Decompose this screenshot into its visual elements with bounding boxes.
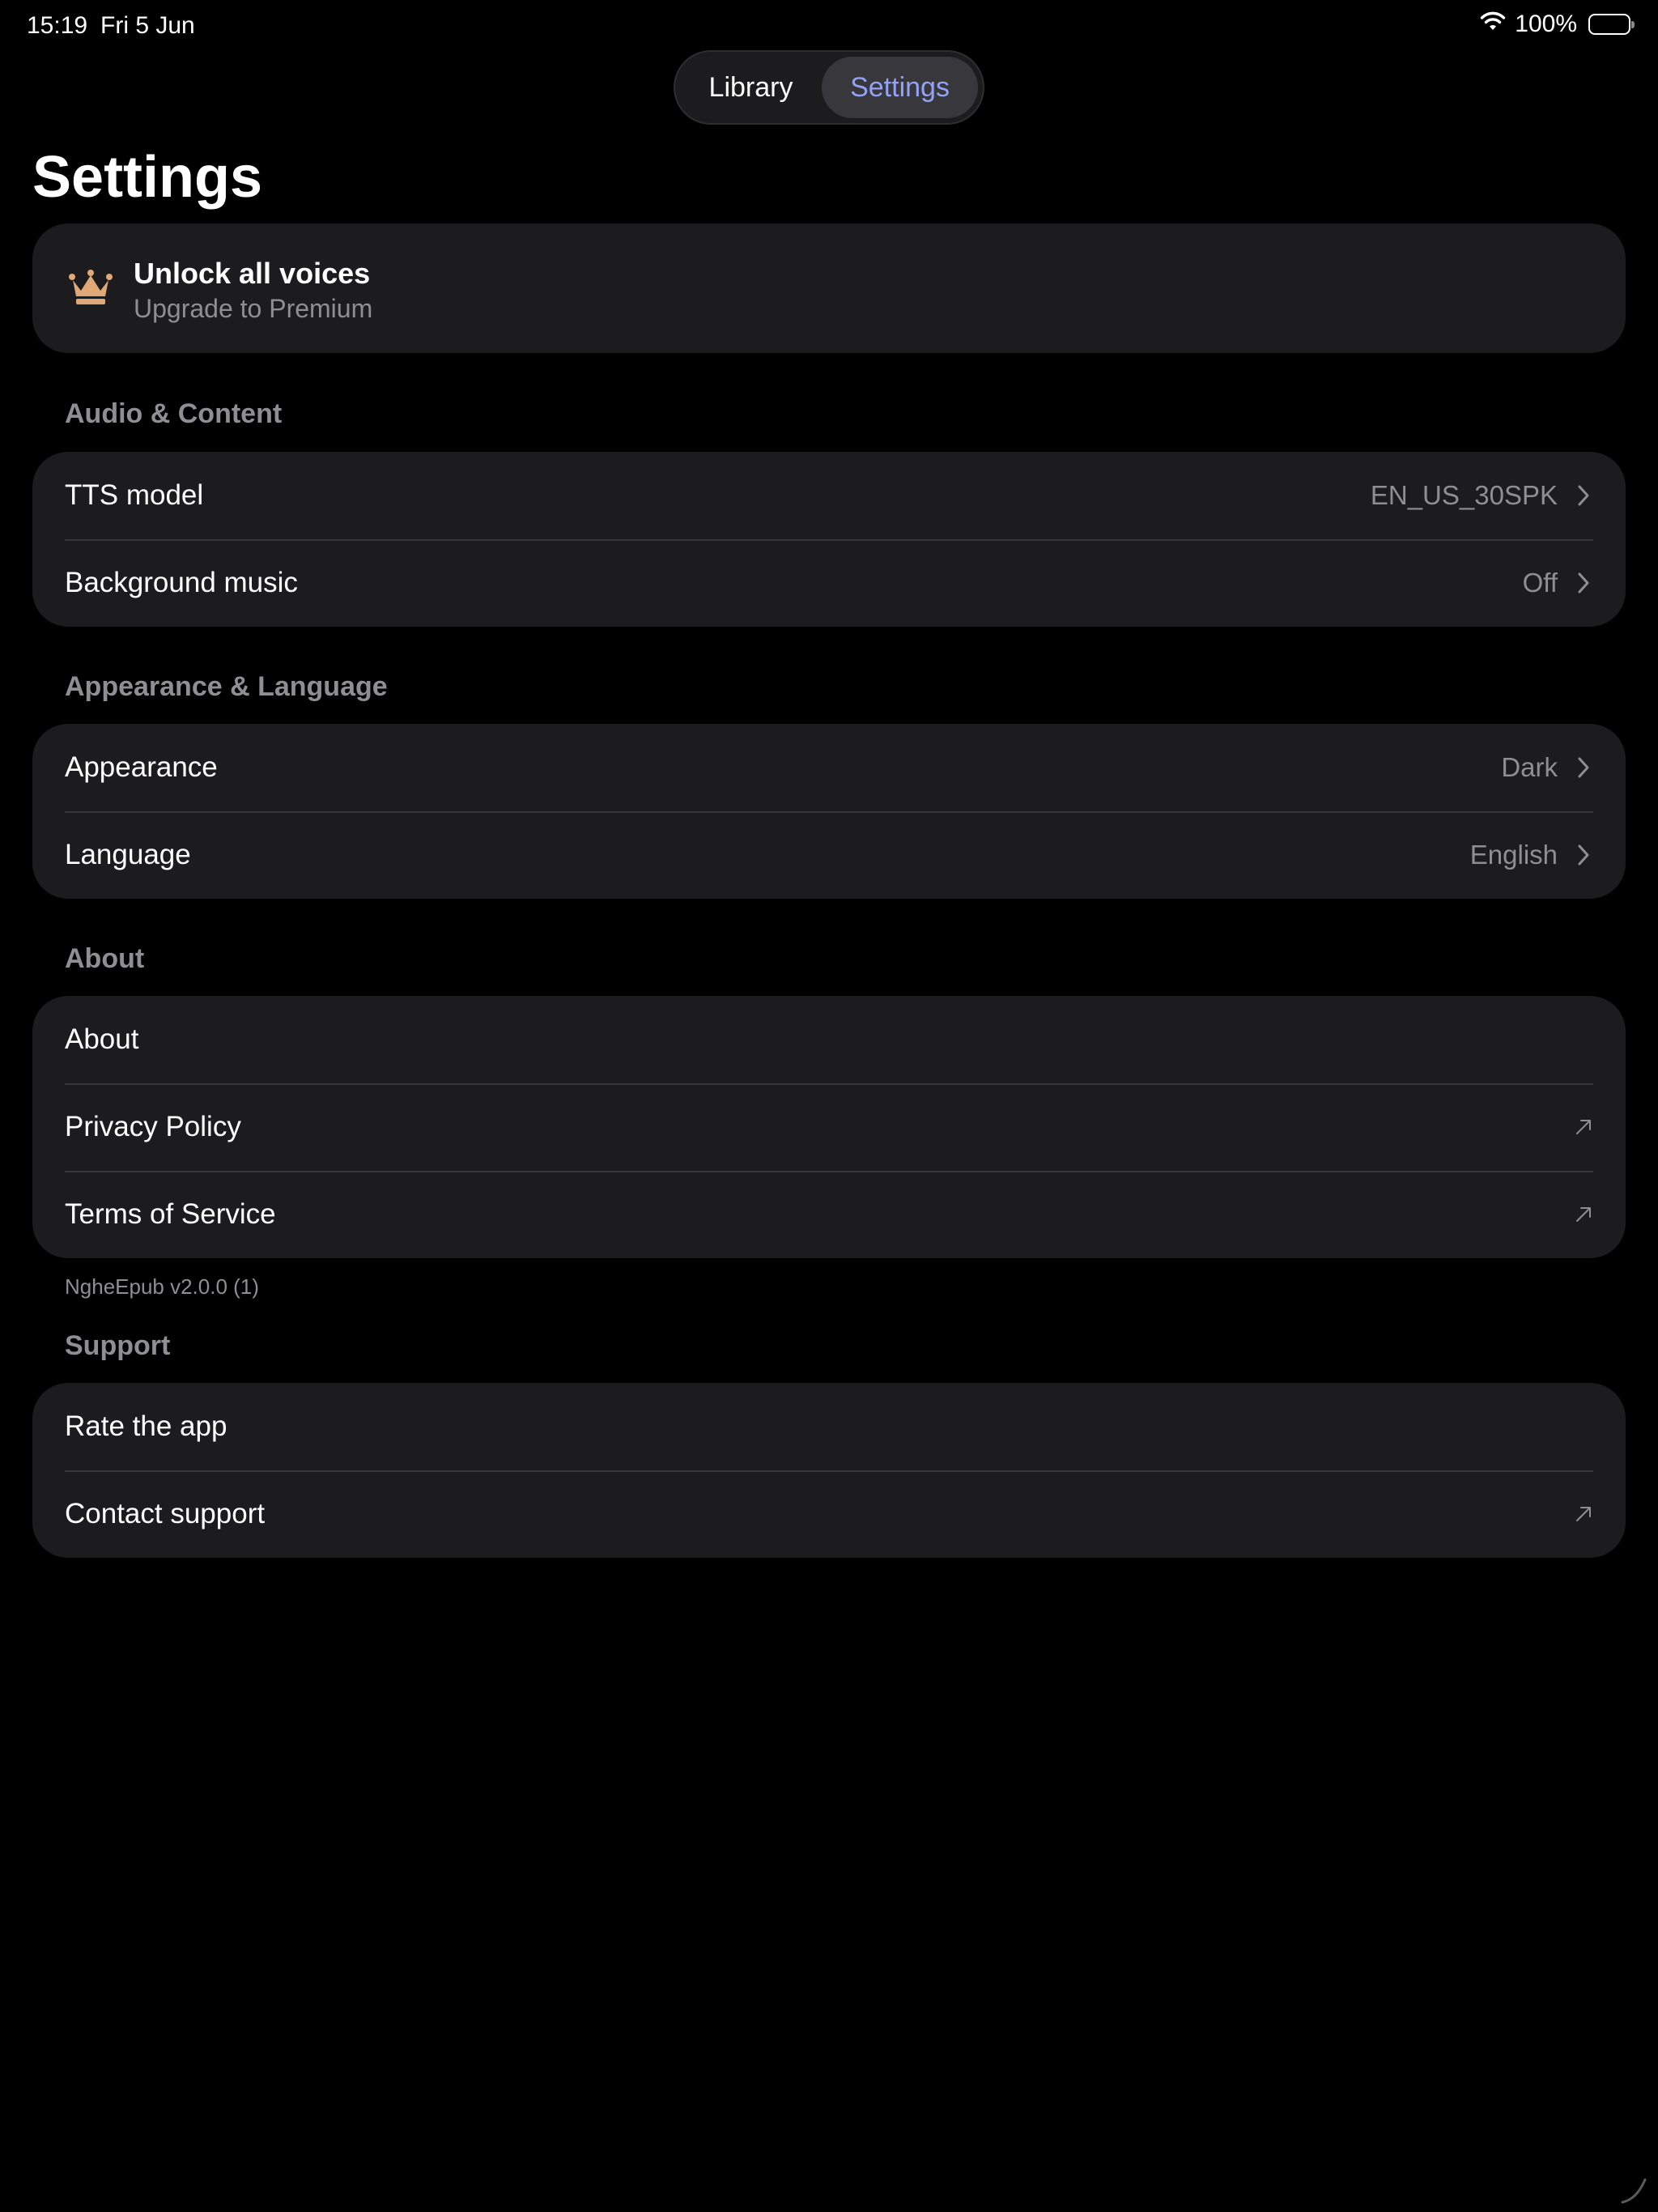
row-tts-model[interactable]: TTS model EN_US_30SPK bbox=[32, 452, 1626, 539]
row-label: Background music bbox=[65, 567, 298, 598]
chevron-right-icon bbox=[1574, 570, 1593, 596]
page-title: Settings bbox=[32, 145, 263, 210]
row-label: Appearance bbox=[65, 751, 218, 783]
row-terms-of-service[interactable]: Terms of Service bbox=[32, 1171, 1626, 1258]
premium-upgrade-card[interactable]: Unlock all voices Upgrade to Premium bbox=[32, 223, 1626, 353]
settings-screen: 15:19 Fri 5 Jun 100% Library Settings Se… bbox=[0, 0, 1658, 2212]
chevron-right-icon bbox=[1574, 483, 1593, 508]
row-label: TTS model bbox=[65, 479, 204, 511]
library-settings-switcher: Library Settings bbox=[674, 50, 984, 125]
row-value: English bbox=[1469, 840, 1558, 870]
external-link-icon bbox=[1574, 1202, 1593, 1227]
row-label: Language bbox=[65, 839, 191, 870]
row-appearance[interactable]: Appearance Dark bbox=[32, 724, 1626, 811]
premium-subtitle: Upgrade to Premium bbox=[134, 294, 373, 323]
audio-content-group: TTS model EN_US_30SPK Background music O… bbox=[32, 452, 1626, 627]
row-about[interactable]: About bbox=[32, 996, 1626, 1083]
app-version: NgheEpub v2.0.0 (1) bbox=[65, 1274, 259, 1299]
section-header-support: Support bbox=[65, 1330, 171, 1361]
resize-handle-icon[interactable] bbox=[1618, 2173, 1650, 2206]
status-time: 15:19 bbox=[27, 12, 88, 39]
status-date: Fri 5 Jun bbox=[100, 12, 195, 39]
row-value: Dark bbox=[1501, 752, 1558, 782]
section-header-appearance: Appearance & Language bbox=[65, 671, 388, 702]
premium-title: Unlock all voices bbox=[134, 257, 371, 290]
row-label: Terms of Service bbox=[65, 1198, 276, 1230]
chevron-right-icon bbox=[1574, 755, 1593, 781]
row-language[interactable]: Language English bbox=[32, 811, 1626, 899]
status-indicators: 100% bbox=[1479, 11, 1635, 38]
row-rate-app[interactable]: Rate the app bbox=[32, 1383, 1626, 1470]
external-link-icon bbox=[1574, 1114, 1593, 1140]
row-value: EN_US_30SPK bbox=[1370, 480, 1558, 510]
status-bar: 15:19 Fri 5 Jun 100% bbox=[0, 0, 1658, 52]
battery-icon bbox=[1588, 14, 1635, 35]
section-header-about: About bbox=[65, 943, 145, 974]
row-background-music[interactable]: Background music Off bbox=[32, 539, 1626, 627]
row-label: Privacy Policy bbox=[65, 1111, 241, 1142]
row-privacy-policy[interactable]: Privacy Policy bbox=[32, 1083, 1626, 1171]
appearance-language-group: Appearance Dark Language English bbox=[32, 724, 1626, 899]
section-header-audio: Audio & Content bbox=[65, 398, 283, 429]
support-group: Rate the app Contact support bbox=[32, 1383, 1626, 1558]
tab-library[interactable]: Library bbox=[680, 57, 822, 118]
chevron-right-icon bbox=[1574, 842, 1593, 868]
row-label: Contact support bbox=[65, 1498, 266, 1529]
battery-percent: 100% bbox=[1515, 11, 1577, 37]
row-label: Rate the app bbox=[65, 1410, 227, 1442]
external-link-icon bbox=[1574, 1501, 1593, 1527]
wifi-icon bbox=[1479, 11, 1507, 38]
tab-settings[interactable]: Settings bbox=[822, 57, 978, 118]
row-value: Off bbox=[1522, 568, 1558, 598]
crown-icon bbox=[68, 269, 113, 306]
row-contact-support[interactable]: Contact support bbox=[32, 1470, 1626, 1558]
row-label: About bbox=[65, 1023, 139, 1055]
about-group: About Privacy Policy Terms of Service bbox=[32, 996, 1626, 1258]
